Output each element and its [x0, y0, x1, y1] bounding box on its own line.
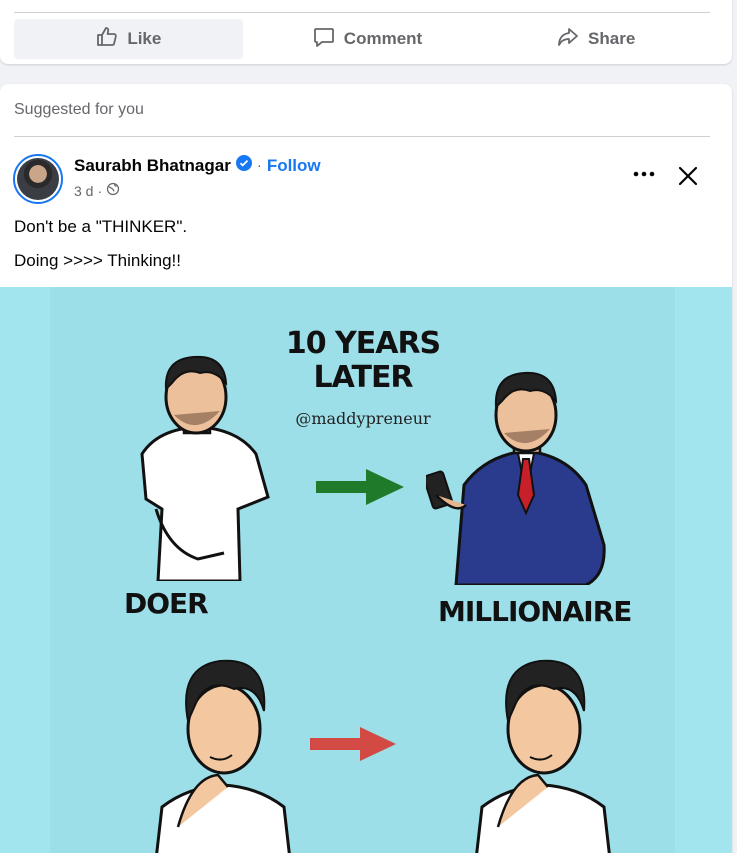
comment-button[interactable]: Comment [253, 19, 482, 59]
divider [14, 136, 710, 137]
more-icon [633, 171, 655, 177]
share-button[interactable]: Share [481, 19, 710, 59]
label-doer: DOER [124, 587, 209, 620]
post-time[interactable]: 3 d [74, 183, 93, 199]
separator: · [256, 157, 262, 174]
share-label: Share [588, 29, 636, 48]
post-meta: 3 d · [74, 182, 120, 199]
suggested-post-card: Suggested for you Saurabh Bhatnagar · Fo… [0, 84, 732, 853]
close-icon [678, 166, 698, 186]
doer-illustration [140, 355, 270, 581]
author-row: Saurabh Bhatnagar · Follow [74, 155, 321, 176]
image-handle: @maddypreneur [295, 409, 431, 428]
verified-badge-icon [235, 155, 252, 176]
separator: · [97, 182, 103, 199]
green-arrow-icon [316, 469, 404, 505]
avatar-image [17, 158, 59, 200]
divider [14, 12, 710, 13]
suggested-header: Suggested for you [14, 101, 144, 118]
like-icon [95, 25, 119, 54]
share-icon [556, 25, 580, 54]
millionaire-illustration [426, 371, 606, 585]
globe-icon [106, 182, 120, 199]
previous-post-card: Like Comment Share [0, 0, 732, 64]
post-text-line-1: Don't be a "THINKER". [14, 217, 188, 236]
image-title: 10 YEARS LATER [285, 326, 441, 395]
thinker-illustration-left [155, 659, 291, 853]
like-button[interactable]: Like [14, 19, 243, 59]
post-text-line-2: Doing >>>> Thinking!! [14, 251, 181, 270]
comment-icon [312, 25, 336, 54]
thinker-illustration-right [475, 659, 611, 853]
like-label: Like [127, 29, 162, 48]
post-image[interactable]: 10 YEARS LATER @maddypreneur DOER MILLIO… [0, 287, 732, 853]
author-avatar[interactable] [13, 154, 63, 204]
label-millionaire: MILLIONAIRE [438, 595, 632, 628]
red-arrow-icon [310, 727, 396, 761]
hide-post-button[interactable] [674, 162, 702, 190]
meme-artwork: 10 YEARS LATER @maddypreneur DOER MILLIO… [50, 287, 675, 853]
follow-button[interactable]: Follow [267, 156, 321, 176]
post-action-bar: Like Comment Share [14, 19, 710, 59]
more-options-button[interactable] [630, 164, 658, 184]
comment-label: Comment [343, 29, 423, 48]
author-name[interactable]: Saurabh Bhatnagar [74, 156, 231, 176]
